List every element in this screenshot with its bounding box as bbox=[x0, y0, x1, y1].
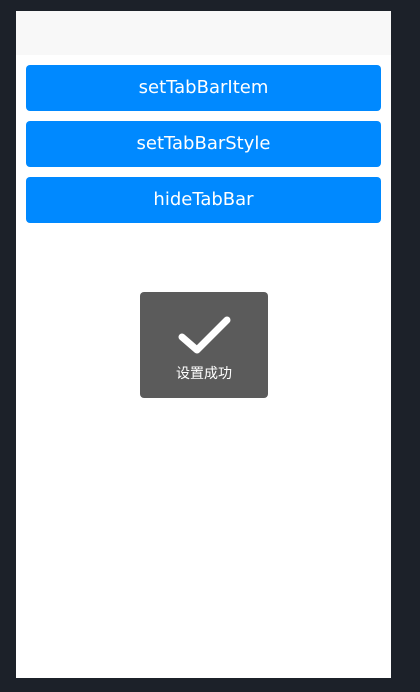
set-tab-bar-item-button[interactable]: setTabBarItem bbox=[26, 65, 381, 111]
success-toast: 设置成功 bbox=[140, 292, 268, 398]
checkmark-icon bbox=[178, 316, 231, 354]
set-tab-bar-style-button[interactable]: setTabBarStyle bbox=[26, 121, 381, 167]
toast-message: 设置成功 bbox=[176, 366, 232, 382]
hide-tab-bar-button[interactable]: hideTabBar bbox=[26, 177, 381, 223]
navigation-bar bbox=[16, 11, 391, 55]
phone-screen: setTabBarItem setTabBarStyle hideTabBar … bbox=[16, 11, 391, 678]
